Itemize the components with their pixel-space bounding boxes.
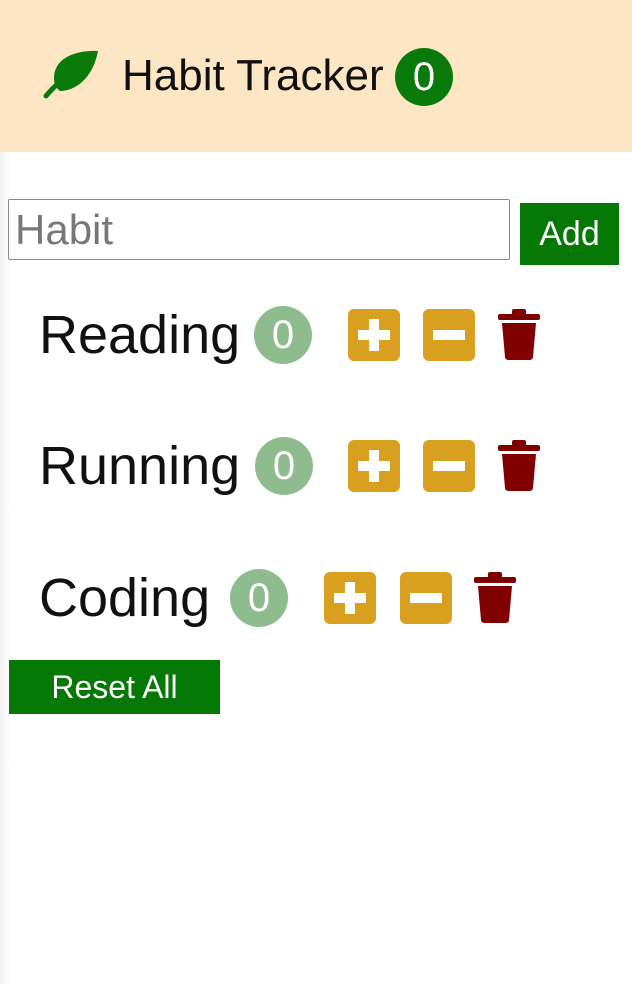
- app-title: Habit Tracker: [122, 51, 384, 100]
- plus-icon: [358, 450, 390, 482]
- decrement-button[interactable]: [423, 440, 475, 492]
- minus-icon: [410, 593, 442, 603]
- habit-name: Reading: [39, 305, 241, 365]
- habit-item: Coding 0: [39, 566, 529, 630]
- habit-count-badge: 0: [255, 437, 313, 495]
- trash-icon: [474, 572, 516, 623]
- reset-all-button[interactable]: Reset All: [9, 660, 220, 714]
- minus-icon: [433, 330, 465, 340]
- habit-count-badge: 0: [230, 569, 288, 627]
- habit-item: Running 0: [39, 434, 559, 498]
- habit-name: Coding: [39, 568, 211, 628]
- increment-button[interactable]: [348, 309, 400, 361]
- add-button[interactable]: Add: [520, 203, 619, 265]
- decrement-button[interactable]: [423, 309, 475, 361]
- habit-item: Reading 0: [39, 303, 559, 367]
- habit-count-badge: 0: [254, 306, 312, 364]
- delete-button[interactable]: [496, 307, 542, 361]
- habit-input[interactable]: [8, 199, 510, 260]
- trash-icon: [498, 440, 540, 491]
- plus-icon: [334, 582, 366, 614]
- increment-button[interactable]: [348, 440, 400, 492]
- habit-name: Running: [39, 436, 241, 496]
- increment-button[interactable]: [324, 572, 376, 624]
- total-count-badge: 0: [395, 48, 453, 106]
- delete-button[interactable]: [472, 570, 518, 624]
- minus-icon: [433, 461, 465, 471]
- trash-icon: [498, 309, 540, 360]
- plus-icon: [358, 319, 390, 351]
- app-header: Habit Tracker 0: [0, 0, 632, 152]
- leaf-icon: [43, 50, 98, 99]
- delete-button[interactable]: [496, 438, 542, 492]
- decrement-button[interactable]: [400, 572, 452, 624]
